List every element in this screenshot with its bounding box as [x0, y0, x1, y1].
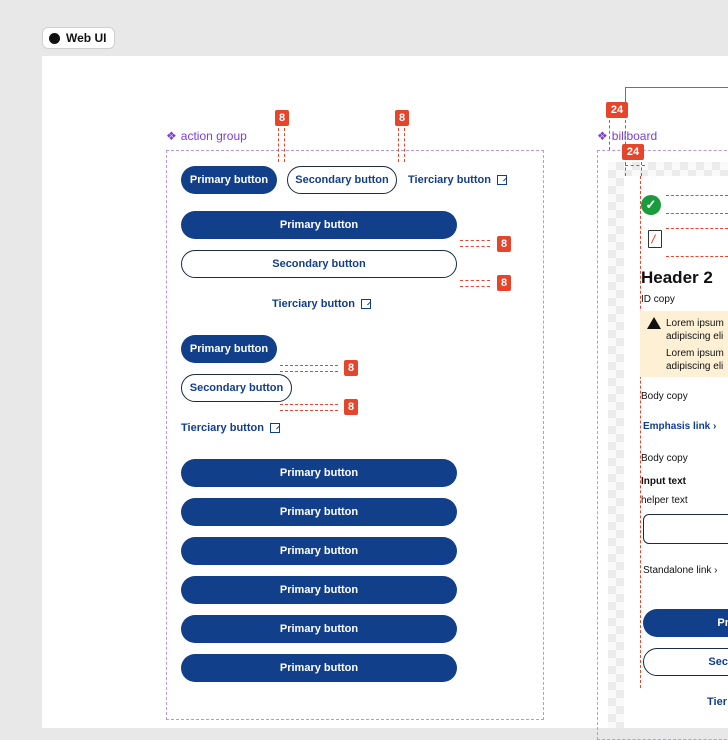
- tierciary-button[interactable]: Tierciary button: [272, 296, 371, 312]
- circle-icon: [49, 32, 60, 44]
- redline: [625, 87, 728, 88]
- redline: [625, 162, 626, 176]
- primary-button[interactable]: Primary button: [181, 576, 457, 604]
- primary-button[interactable]: Primary button: [181, 459, 457, 487]
- tierciary-label: Tierciary button: [272, 298, 355, 310]
- spacing-badge: 24: [622, 144, 644, 160]
- spacing-badge: 8: [344, 399, 358, 415]
- alert-text: Lorem ipsum: [666, 318, 724, 329]
- emphasis-link-label: Emphasis link: [643, 421, 711, 432]
- redline: [460, 286, 490, 287]
- redline: [460, 240, 490, 241]
- tierciary-label: Tierciary button: [181, 422, 264, 434]
- component-icon: ❖: [166, 129, 177, 143]
- tierciary-button[interactable]: Tierciary button: [408, 172, 507, 188]
- standalone-link-label: Standalone link: [643, 565, 712, 576]
- helper-text: helper text: [641, 495, 688, 506]
- redline: [625, 165, 645, 166]
- text-input[interactable]: [643, 514, 728, 544]
- component-icon: ❖: [597, 129, 608, 143]
- redline: [280, 410, 338, 411]
- secondary-button[interactable]: Sec: [643, 648, 728, 676]
- redline: [280, 365, 338, 366]
- app-title: Web UI: [66, 31, 107, 45]
- primary-button[interactable]: Primary button: [181, 335, 277, 363]
- redline: [625, 87, 626, 117]
- notepad-icon: [648, 230, 662, 248]
- alert-text: adipiscing eli: [666, 331, 724, 342]
- primary-button[interactable]: Primary button: [181, 166, 277, 194]
- secondary-button[interactable]: Secondary button: [287, 166, 397, 194]
- body-copy: Body copy: [641, 453, 688, 464]
- spacing-badge: 8: [497, 236, 511, 252]
- primary-button[interactable]: Primary button: [181, 498, 457, 526]
- billboard-label-text: billboard: [611, 129, 658, 143]
- input-label: Input text: [641, 476, 686, 487]
- redline: [666, 228, 728, 229]
- redline: [666, 256, 728, 257]
- primary-button[interactable]: Primary button: [181, 654, 457, 682]
- chevron-right-icon: ›: [713, 421, 717, 432]
- margin-pattern: [608, 162, 624, 728]
- primary-button[interactable]: Primary button: [181, 537, 457, 565]
- spacing-badge: 8: [497, 275, 511, 291]
- redline: [404, 128, 405, 162]
- tierciary-button[interactable]: Tier: [707, 694, 727, 710]
- id-copy: ID copy: [641, 294, 675, 305]
- redline: [460, 280, 490, 281]
- external-link-icon: [496, 175, 507, 185]
- redline: [666, 195, 728, 196]
- external-link-icon: [269, 423, 280, 433]
- redline: [666, 213, 728, 214]
- standalone-link[interactable]: Standalone link ›: [643, 565, 718, 576]
- emphasis-link[interactable]: Emphasis link ›: [643, 421, 716, 432]
- tierciary-label: Tierciary button: [408, 174, 491, 186]
- alert-banner: Lorem ipsum adipiscing eli Lorem ipsum a…: [640, 311, 728, 377]
- chevron-right-icon: ›: [714, 565, 718, 576]
- body-copy: Body copy: [641, 391, 688, 402]
- action-group-label: ❖ action group: [166, 129, 247, 143]
- warning-icon: [647, 317, 661, 329]
- redline: [640, 176, 641, 688]
- secondary-button[interactable]: Secondary button: [181, 374, 292, 402]
- redline: [609, 120, 610, 150]
- redline: [641, 162, 642, 176]
- redline: [398, 128, 399, 162]
- alert-text: adipiscing eli: [666, 361, 724, 372]
- web-ui-tab[interactable]: Web UI: [42, 27, 116, 49]
- header-2: Header 2: [641, 268, 713, 287]
- primary-button[interactable]: Primary button: [181, 211, 457, 239]
- redline: [460, 246, 490, 247]
- billboard-label: ❖ billboard: [597, 129, 657, 143]
- redline: [278, 128, 279, 162]
- secondary-button[interactable]: Secondary button: [181, 250, 457, 278]
- success-check-icon: ✓: [641, 195, 661, 215]
- redline: [280, 404, 338, 405]
- tierciary-button[interactable]: Tierciary button: [181, 420, 280, 436]
- design-canvas: ❖ action group 8 8 Primary button Second…: [42, 56, 728, 740]
- primary-button[interactable]: Primary button: [181, 615, 457, 643]
- alert-text: Lorem ipsum: [666, 348, 724, 359]
- spacing-badge: 8: [395, 110, 409, 126]
- redline: [280, 371, 338, 372]
- spacing-badge: 8: [344, 360, 358, 376]
- redline: [284, 128, 285, 162]
- external-link-icon: [360, 299, 371, 309]
- primary-button[interactable]: Pr: [643, 609, 728, 637]
- spacing-badge: 8: [275, 110, 289, 126]
- action-group-label-text: action group: [180, 129, 247, 143]
